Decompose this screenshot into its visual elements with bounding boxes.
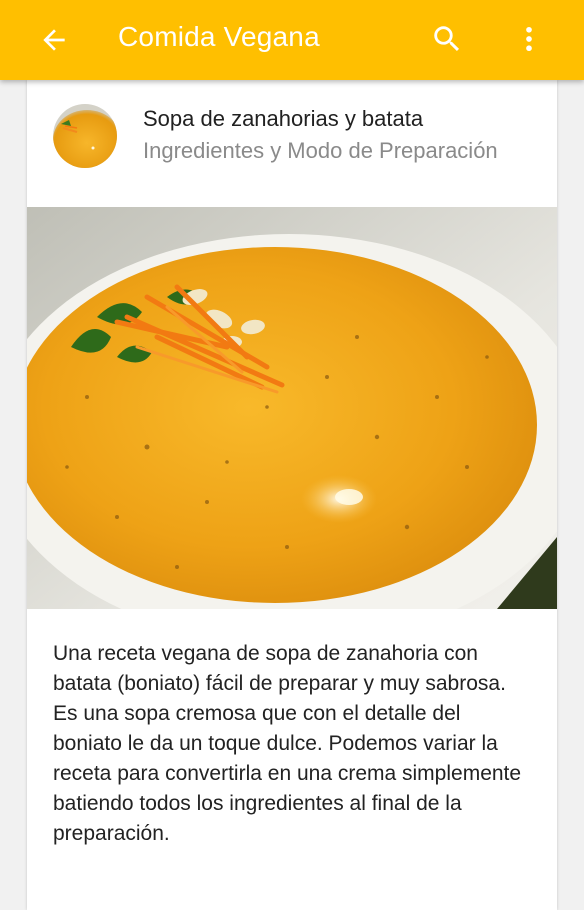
app-title: Comida Vegana <box>118 21 320 52</box>
app-bar: Comida Vegana <box>0 0 584 80</box>
recipe-title: Sopa de zanahorias y batata <box>143 106 424 131</box>
recipe-thumbnail <box>53 104 117 168</box>
more-vert-icon[interactable] <box>512 22 546 56</box>
recipe-card[interactable]: Sopa de zanahorias y batata Ingredientes… <box>27 80 557 910</box>
recipe-description: Una receta vegana de sopa de zanahoria c… <box>53 642 522 845</box>
recipe-photo <box>27 207 557 609</box>
arrow-back-icon[interactable] <box>38 24 70 56</box>
recipe-subtitle: Ingredientes y Modo de Preparación <box>143 138 498 163</box>
search-icon[interactable] <box>430 22 464 56</box>
